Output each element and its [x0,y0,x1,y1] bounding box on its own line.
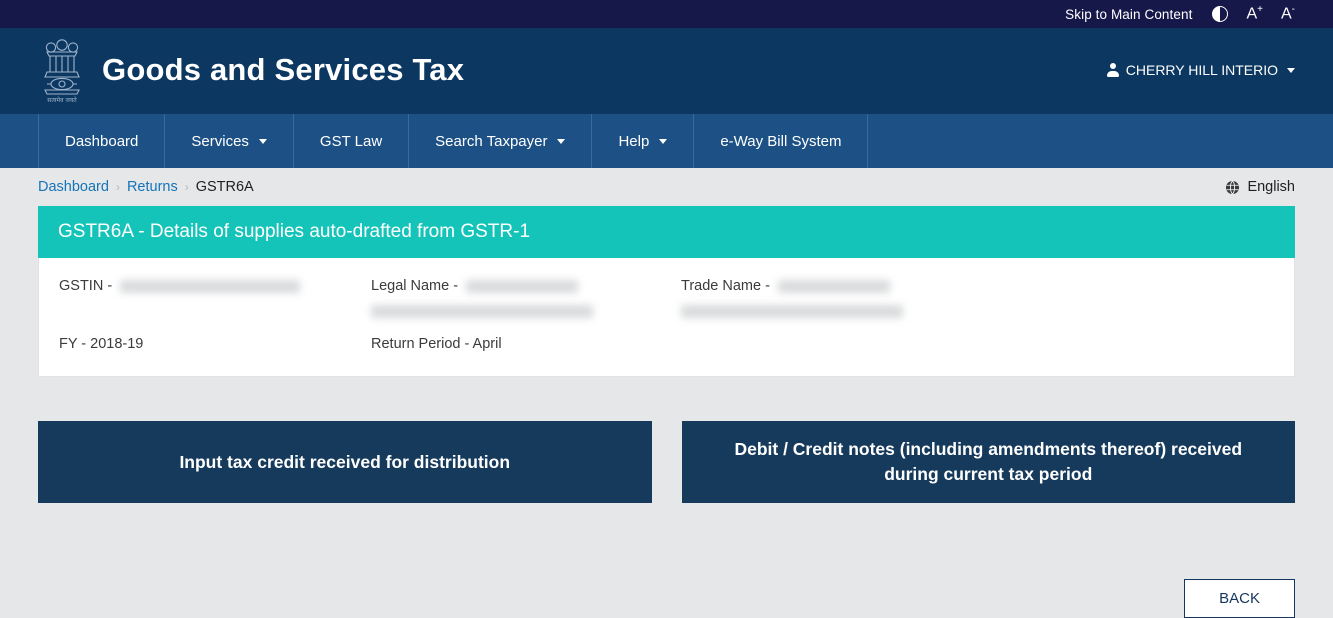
breadcrumb-item-dashboard[interactable]: Dashboard [38,179,109,195]
page-title: GSTR6A - Details of supplies auto-drafte… [38,206,1295,258]
brand[interactable]: सत्यमेव जयते Goods and Services Tax [38,34,464,106]
main-navigation: Dashboard Services GST Law Search Taxpay… [0,112,1333,168]
contrast-icon[interactable] [1212,5,1229,22]
font-decrease-button[interactable]: A- [1281,5,1295,22]
nav-item-label: GST Law [319,132,383,150]
chevron-down-icon [659,138,668,144]
legal-name-label: Legal Name - [371,278,459,294]
user-name: CHERRY HILL INTERIO [1125,62,1278,78]
gstin-value-redacted [120,279,301,293]
taxpayer-details-panel: GSTIN - Legal Name - Trade Name - FY - 2… [38,258,1295,377]
breadcrumb-row: Dashboard › Returns › GSTR6A English [0,168,1333,206]
language-selector[interactable]: English [1225,179,1295,195]
legal-name-field: Legal Name - [371,276,681,318]
action-bar: BACK [38,579,1295,618]
chevron-down-icon [258,138,267,144]
accessibility-controls: A+ A- [1212,5,1295,22]
nav-item-label: Services [191,132,249,150]
tile-input-tax-credit-received-for-distribution[interactable]: Input tax credit received for distributi… [38,421,652,503]
tile-label: Input tax credit received for distributi… [179,451,511,472]
legal-name-value-redacted [466,279,579,293]
font-increase-label: A [1246,5,1258,23]
utility-bar: Skip to Main Content A+ A- [0,0,1333,28]
breadcrumb-separator: › [184,180,189,194]
taxpayer-details-grid: GSTIN - Legal Name - Trade Name - FY - 2… [59,276,1274,354]
return-period-field: Return Period - April [371,336,502,352]
nav-item-gst-law[interactable]: GST Law [294,114,410,168]
site-header: सत्यमेव जयते Goods and Services Tax CHER… [0,28,1333,112]
nav-item-label: Search Taxpayer [435,132,548,150]
nav-item-label: e-Way Bill System [720,132,842,150]
financial-year-field: FY - 2018-19 [59,336,144,352]
gstin-label: GSTIN - [59,278,113,294]
nav-item-label: Help [618,132,650,150]
svg-text:सत्यमेव जयते: सत्यमेव जयते [47,96,77,104]
font-decrease-label: A [1280,5,1292,23]
main-content: GSTR6A - Details of supplies auto-drafte… [0,206,1333,618]
tile-debit-credit-notes[interactable]: Debit / Credit notes (including amendmen… [681,421,1295,503]
gstin-field: GSTIN - [59,276,371,318]
user-icon [1106,63,1119,77]
nav-item-label: Dashboard [65,132,139,150]
tile-label: Debit / Credit notes (including amendmen… [734,439,1243,484]
back-button[interactable]: BACK [1184,579,1295,618]
chevron-down-icon [1287,67,1295,73]
breadcrumb-item-returns[interactable]: Returns [127,179,178,195]
trade-name-label: Trade Name - [681,278,770,294]
section-tiles: Input tax credit received for distributi… [38,421,1295,503]
font-increase-button[interactable]: A+ [1246,5,1263,22]
trade-name-field: Trade Name - [681,276,1274,318]
language-label: English [1247,179,1295,195]
nav-item-help[interactable]: Help [592,114,695,168]
user-menu[interactable]: CHERRY HILL INTERIO [1106,62,1295,78]
skip-to-main-content-link[interactable]: Skip to Main Content [1065,7,1192,22]
site-title: Goods and Services Tax [102,52,465,87]
nav-item-search-taxpayer[interactable]: Search Taxpayer [409,114,593,168]
breadcrumb-separator: › [115,180,120,194]
globe-icon [1226,180,1240,194]
breadcrumb-item-gstr6a: GSTR6A [195,179,254,195]
nav-item-dashboard[interactable]: Dashboard [38,114,166,168]
breadcrumb: Dashboard › Returns › GSTR6A [38,179,254,195]
india-national-emblem-icon: सत्यमेव जयते [44,39,80,104]
nav-item-services[interactable]: Services [165,114,294,168]
nav-item-eway-bill-system[interactable]: e-Way Bill System [694,114,869,168]
details-spacer [681,334,1274,354]
trade-name-value-redacted [777,279,890,293]
font-increase-sup: + [1257,4,1263,16]
legal-name-value-redacted-line2 [371,305,593,318]
font-decrease-sup: - [1291,4,1295,16]
trade-name-value-redacted-line2 [681,305,903,318]
chevron-down-icon [557,138,566,144]
